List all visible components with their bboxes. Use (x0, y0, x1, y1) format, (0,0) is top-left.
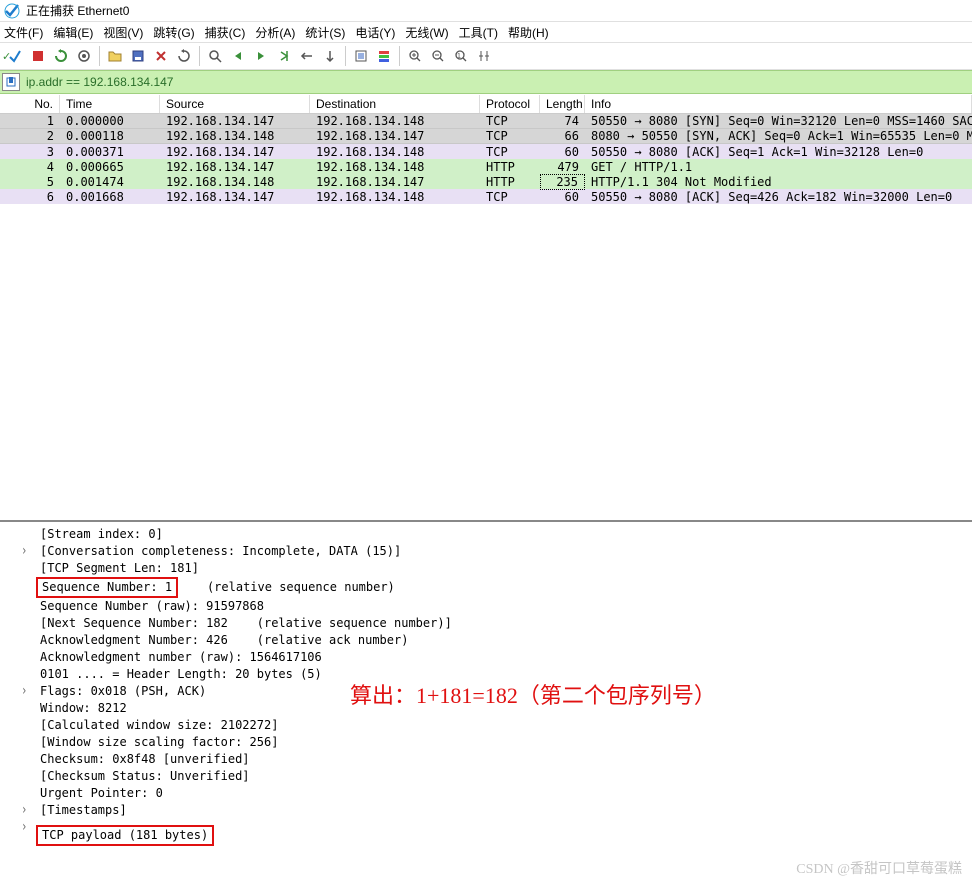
packet-row[interactable]: 60.001668192.168.134.147192.168.134.148T… (0, 189, 972, 204)
col-header-protocol[interactable]: Protocol (480, 95, 540, 113)
display-filter-bar (0, 70, 972, 94)
toolbar: 1 (0, 42, 972, 70)
packet-row[interactable]: 20.000118192.168.134.148192.168.134.147T… (0, 129, 972, 144)
jump-to-icon[interactable] (273, 45, 295, 67)
close-file-icon[interactable] (150, 45, 172, 67)
menu-analyze[interactable]: 分析(A) (255, 24, 295, 41)
colorize-icon[interactable] (373, 45, 395, 67)
window-title: 正在捕获 Ethernet0 (26, 2, 129, 19)
save-file-icon[interactable] (127, 45, 149, 67)
go-last-icon[interactable] (319, 45, 341, 67)
col-header-info[interactable]: Info (585, 95, 972, 113)
detail-calc-window[interactable]: [Calculated window size: 2102272] (0, 717, 972, 734)
menu-capture[interactable]: 捕获(C) (205, 24, 246, 41)
detail-checksum-status[interactable]: [Checksum Status: Unverified] (0, 768, 972, 785)
go-forward-icon[interactable] (250, 45, 272, 67)
detail-header-len[interactable]: 0101 .... = Header Length: 20 bytes (5) (0, 666, 972, 683)
menu-stats[interactable]: 统计(S) (305, 24, 345, 41)
col-header-source[interactable]: Source (160, 95, 310, 113)
zoom-reset-icon[interactable]: 1 (450, 45, 472, 67)
menu-help[interactable]: 帮助(H) (508, 24, 549, 41)
packet-row[interactable]: 40.000665192.168.134.147192.168.134.148H… (0, 159, 972, 174)
resize-columns-icon[interactable] (473, 45, 495, 67)
col-header-destination[interactable]: Destination (310, 95, 480, 113)
detail-conversation[interactable]: [Conversation completeness: Incomplete, … (0, 543, 972, 560)
separator (199, 46, 200, 66)
packet-markers: ✓ (2, 94, 16, 522)
detail-scaling[interactable]: [Window size scaling factor: 256] (0, 734, 972, 751)
detail-stream-index[interactable]: [Stream index: 0] (0, 526, 972, 543)
packet-list-pane[interactable]: ✓ No. Time Source Destination Protocol L… (0, 94, 972, 522)
reload-icon[interactable] (173, 45, 195, 67)
col-header-time[interactable]: Time (60, 95, 160, 113)
packet-list-header[interactable]: No. Time Source Destination Protocol Len… (0, 94, 972, 114)
zoom-out-icon[interactable] (427, 45, 449, 67)
detail-seq-analysis[interactable]: TCP payload (181 bytes) (0, 819, 972, 840)
highlight-payload: TCP payload (181 bytes) (36, 825, 214, 846)
detail-segment-len[interactable]: [TCP Segment Len: 181] (0, 560, 972, 577)
svg-text:1: 1 (457, 53, 461, 60)
packet-details-pane[interactable]: [Stream index: 0] [Conversation complete… (0, 522, 972, 882)
detail-timestamps[interactable]: [Timestamps] (0, 802, 972, 819)
open-file-icon[interactable] (104, 45, 126, 67)
stop-capture-icon[interactable] (27, 45, 49, 67)
detail-ack-raw[interactable]: Acknowledgment number (raw): 1564617106 (0, 649, 972, 666)
capture-options-icon[interactable] (73, 45, 95, 67)
detail-checksum[interactable]: Checksum: 0x8f48 [unverified] (0, 751, 972, 768)
col-header-length[interactable]: Length (540, 95, 585, 113)
packet-row[interactable]: 10.000000192.168.134.147192.168.134.148T… (0, 114, 972, 129)
detail-sequence-number[interactable]: Sequence Number: 1 (relative sequence nu… (0, 577, 972, 598)
zoom-in-icon[interactable] (404, 45, 426, 67)
separator (345, 46, 346, 66)
menu-go[interactable]: 跳转(G) (153, 24, 194, 41)
highlight-seq-num: Sequence Number: 1 (36, 577, 178, 598)
annotation-text: 算出：1+181=182（第二个包序列号） (350, 687, 716, 704)
display-filter-input[interactable] (22, 73, 970, 91)
restart-capture-icon[interactable] (50, 45, 72, 67)
menu-view[interactable]: 视图(V) (103, 24, 143, 41)
go-first-icon[interactable] (296, 45, 318, 67)
menu-edit[interactable]: 编辑(E) (53, 24, 93, 41)
detail-urgent[interactable]: Urgent Pointer: 0 (0, 785, 972, 802)
packet-row[interactable]: 50.001474192.168.134.148192.168.134.147H… (0, 174, 972, 189)
detail-ack-number[interactable]: Acknowledgment Number: 426 (relative ack… (0, 632, 972, 649)
separator (99, 46, 100, 66)
menu-bar: 文件(F) 编辑(E) 视图(V) 跳转(G) 捕获(C) 分析(A) 统计(S… (0, 22, 972, 42)
detail-next-seq[interactable]: [Next Sequence Number: 182 (relative seq… (0, 615, 972, 632)
menu-telephony[interactable]: 电话(Y) (355, 24, 395, 41)
packet-row[interactable]: 30.000371192.168.134.147192.168.134.148T… (0, 144, 972, 159)
auto-scroll-icon[interactable] (350, 45, 372, 67)
separator (399, 46, 400, 66)
menu-wireless[interactable]: 无线(W) (405, 24, 448, 41)
find-packet-icon[interactable] (204, 45, 226, 67)
packet-rows: 10.000000192.168.134.147192.168.134.148T… (0, 114, 972, 204)
go-back-icon[interactable] (227, 45, 249, 67)
title-bar: 正在捕获 Ethernet0 (0, 0, 972, 22)
detail-sequence-raw[interactable]: Sequence Number (raw): 91597868 (0, 598, 972, 615)
menu-tools[interactable]: 工具(T) (459, 24, 498, 41)
watermark: CSDN @香甜可口草莓蛋糕 (796, 858, 962, 878)
